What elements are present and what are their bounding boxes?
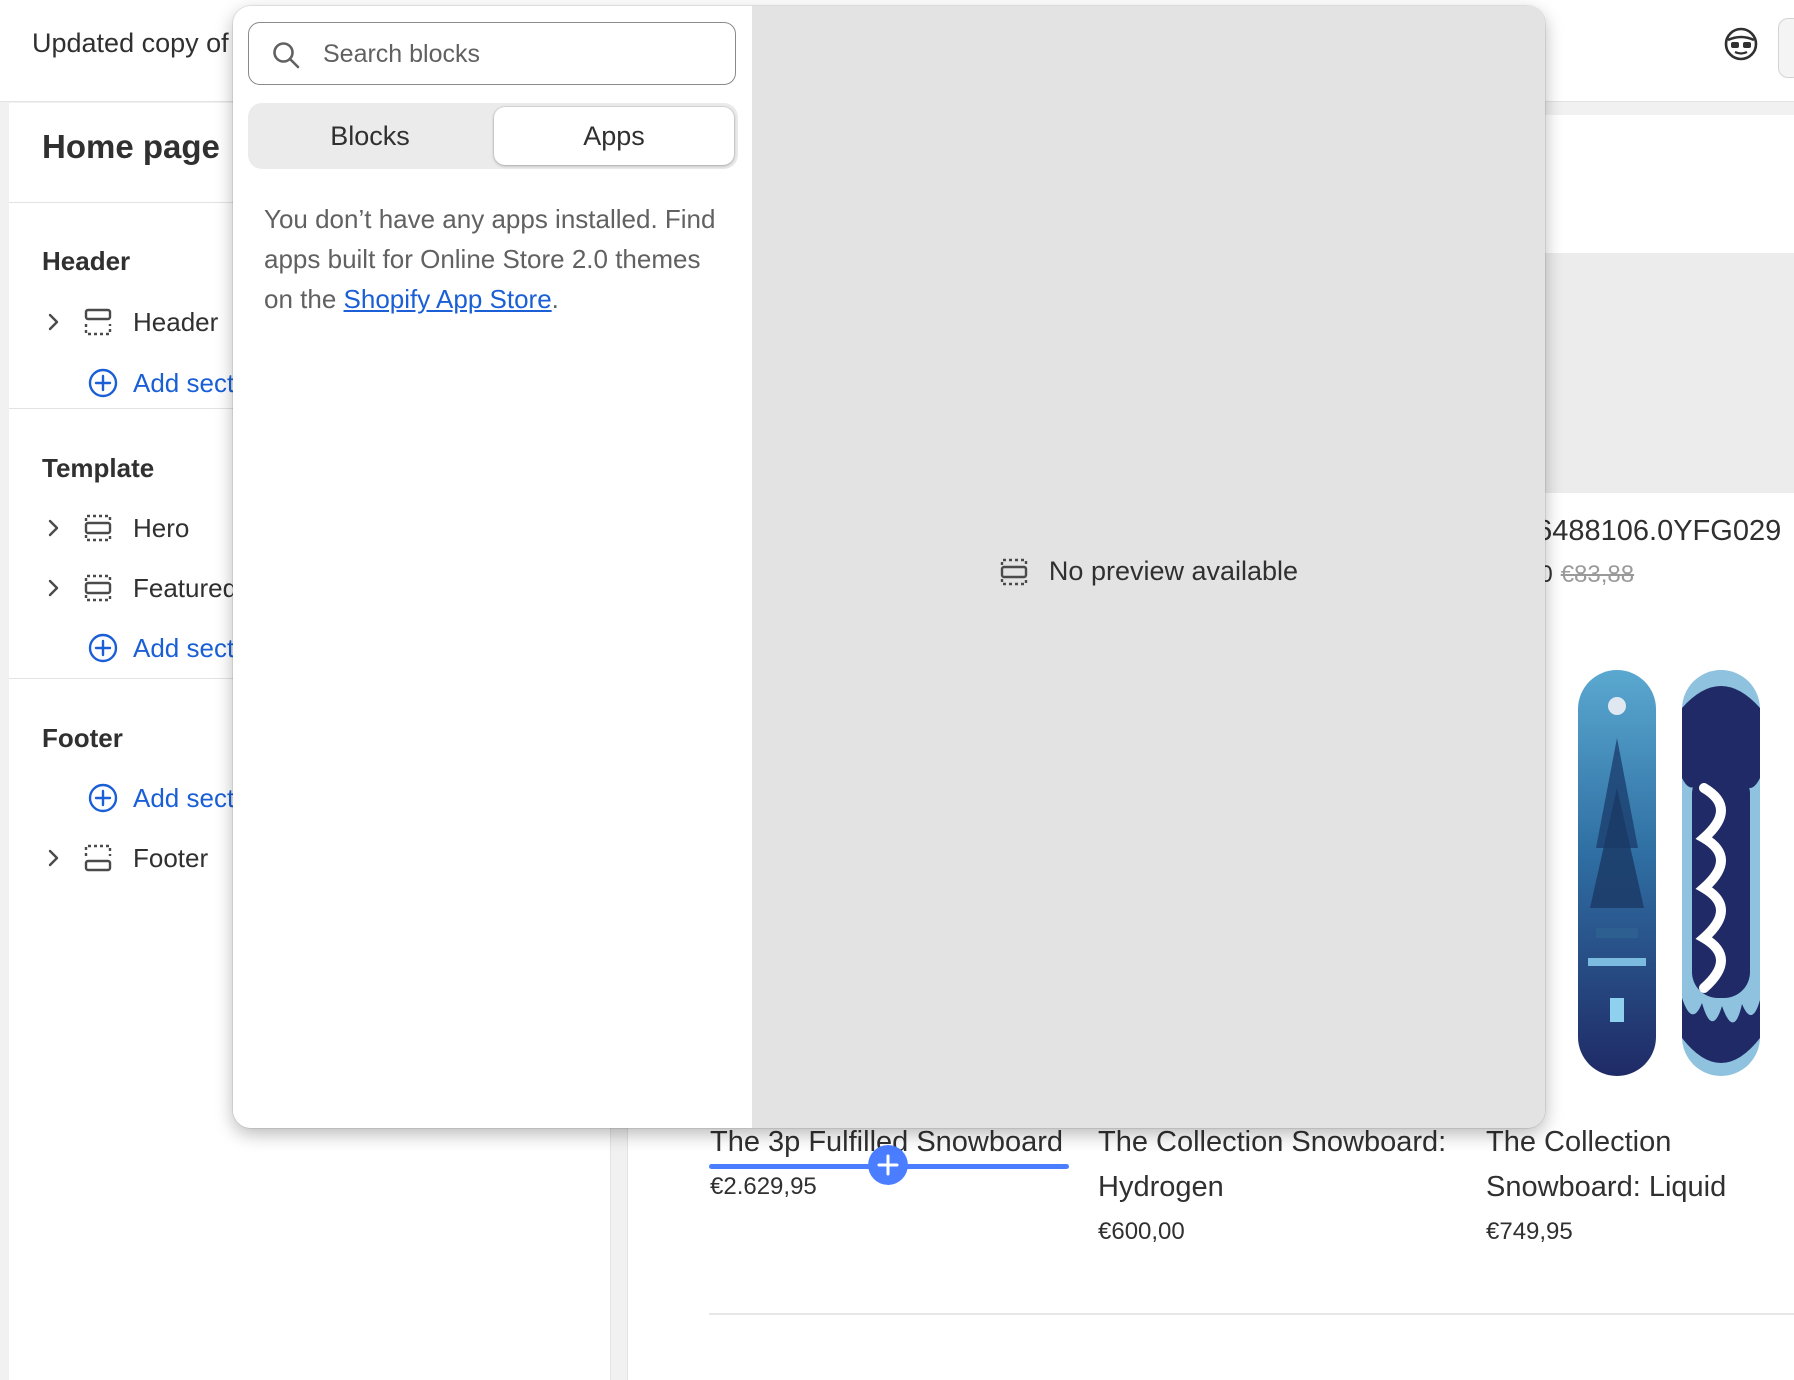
product-price: €749,95: [1486, 1218, 1573, 1245]
template-section-icon: [84, 574, 112, 602]
group-title-footer: Footer: [42, 723, 123, 753]
chevron-right-icon[interactable]: [41, 846, 65, 870]
product-card[interactable]: The Collection Snowboard: Liquid €749,95: [1486, 1120, 1786, 1246]
block-preview-pane: No preview available: [752, 6, 1545, 1128]
group-title-template: Template: [42, 453, 155, 483]
snowboard-hydrogen-image[interactable]: [1576, 668, 1658, 1078]
tab-apps[interactable]: Apps: [494, 107, 734, 165]
shopify-app-store-link[interactable]: Shopify App Store: [344, 284, 552, 314]
no-preview-text: No preview available: [1048, 556, 1299, 586]
add-block-popover: Blocks Apps You don’t have any apps inst…: [233, 6, 1545, 1128]
product-card[interactable]: The Collection Snowboard: Hydrogen €600,…: [1098, 1120, 1468, 1246]
section-item-label: Footer: [133, 842, 209, 873]
page-title[interactable]: Home page: [42, 128, 220, 166]
section-item-label: Hero: [133, 512, 190, 543]
plus-circle-icon: [88, 633, 118, 663]
chevron-right-icon[interactable]: [41, 576, 65, 600]
header-section-icon: [84, 308, 112, 336]
no-preview-message: No preview available: [752, 556, 1545, 587]
product-title-partial[interactable]: 96488106.0YFG029: [1520, 515, 1781, 548]
toolbar-button[interactable]: [1778, 18, 1794, 78]
section-item-label: Header: [133, 306, 219, 337]
search-icon: [273, 42, 300, 69]
inspector-icon[interactable]: [1723, 26, 1759, 62]
product-name[interactable]: The Collection Snowboard: Liquid: [1486, 1120, 1786, 1210]
insert-block-plus-icon[interactable]: [868, 1145, 908, 1185]
chevron-right-icon[interactable]: [41, 310, 65, 334]
template-section-icon: [84, 514, 112, 542]
chevron-right-icon[interactable]: [41, 516, 65, 540]
block-picker-pane: Blocks Apps You don’t have any apps inst…: [233, 6, 752, 1128]
no-apps-message: You don’t have any apps installed. Find …: [264, 199, 724, 319]
group-title-header: Header: [42, 246, 131, 276]
section-placeholder-icon: [1000, 558, 1028, 585]
block-source-tabs: Blocks Apps: [248, 103, 738, 169]
tab-blocks[interactable]: Blocks: [250, 107, 490, 165]
plus-circle-icon: [88, 368, 118, 398]
snowboard-liquid-image[interactable]: [1680, 668, 1762, 1078]
product-image-placeholder: [1525, 253, 1794, 493]
search-blocks-input[interactable]: [323, 33, 723, 75]
no-apps-text-end: .: [551, 284, 559, 314]
product-name[interactable]: The Collection Snowboard: Hydrogen: [1098, 1120, 1468, 1210]
footer-section-icon: [84, 844, 112, 872]
product-price: €600,00: [1098, 1218, 1185, 1245]
search-blocks-field[interactable]: [248, 22, 736, 85]
section-divider: [709, 1313, 1794, 1315]
compare-at-price: €83,88: [1560, 561, 1635, 588]
plus-circle-icon: [88, 783, 118, 813]
